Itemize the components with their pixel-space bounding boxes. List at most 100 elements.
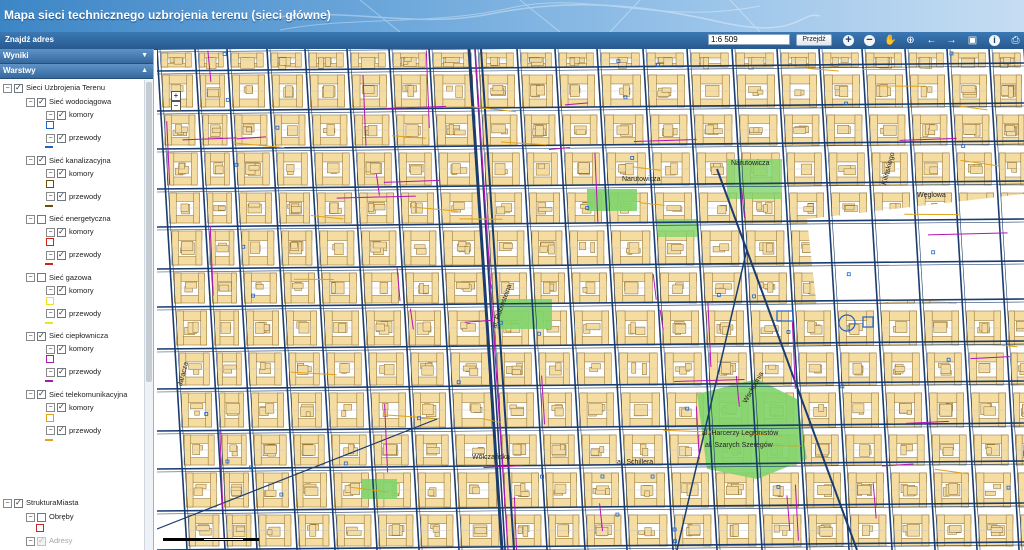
- layer-checkbox[interactable]: [37, 214, 46, 224]
- layer-checkbox[interactable]: [37, 154, 46, 166]
- expand-toggle-icon[interactable]: −: [46, 192, 55, 202]
- results-panel-header[interactable]: Wyniki ▼: [0, 49, 153, 64]
- expand-toggle-icon[interactable]: −: [46, 250, 55, 260]
- layer-checkbox[interactable]: [37, 535, 46, 547]
- tree-pipes-5[interactable]: − przewody: [46, 424, 101, 437]
- expand-toggle-icon[interactable]: −: [46, 227, 55, 237]
- expand-toggle-icon[interactable]: −: [26, 536, 35, 546]
- layer-checkbox[interactable]: [57, 190, 66, 202]
- building: [557, 524, 569, 537]
- expand-toggle-icon[interactable]: −: [46, 169, 55, 179]
- panel-scrollbar[interactable]: [144, 80, 153, 550]
- building: [590, 449, 600, 456]
- building: [642, 448, 649, 457]
- layer-checkbox[interactable]: [37, 388, 46, 400]
- expand-toggle-icon[interactable]: −: [3, 83, 12, 93]
- tree-chambers-1[interactable]: − komory: [46, 167, 94, 180]
- expand-toggle-icon[interactable]: −: [26, 390, 35, 400]
- zoom-out-icon[interactable]: −: [864, 35, 875, 46]
- telecom-line: [806, 67, 839, 72]
- layer-checkbox[interactable]: [57, 132, 66, 144]
- tree-group-3[interactable]: − Sieć gazowa: [26, 272, 92, 284]
- expand-toggle-icon[interactable]: −: [26, 512, 35, 522]
- find-address-link[interactable]: Znajdź adres: [5, 35, 54, 44]
- pan-hand-icon[interactable]: ✋: [884, 34, 897, 47]
- layer-checkbox[interactable]: [14, 497, 23, 509]
- print-icon[interactable]: ⎙: [1009, 34, 1022, 47]
- expand-toggle-icon[interactable]: −: [26, 214, 35, 224]
- tree-chambers-2[interactable]: − komory: [46, 226, 94, 238]
- layer-checkbox[interactable]: [37, 512, 46, 522]
- tree-chambers-4[interactable]: − komory: [46, 343, 94, 355]
- layer-checkbox[interactable]: [37, 330, 46, 342]
- tree-root-structure[interactable]: − StrukturaMiasta: [3, 497, 79, 509]
- tree-pipes-1[interactable]: − przewody: [46, 190, 101, 203]
- tree-struct-0[interactable]: − Obręby: [26, 511, 74, 523]
- tree-group-5[interactable]: − Sieć telekomunikacyjna: [26, 388, 127, 401]
- tree-chambers-3[interactable]: − komory: [46, 284, 94, 297]
- back-icon[interactable]: ←: [925, 34, 938, 47]
- expand-toggle-icon[interactable]: −: [46, 403, 55, 413]
- layer-checkbox[interactable]: [57, 424, 66, 436]
- layer-checkbox[interactable]: [57, 284, 66, 296]
- layer-checkbox[interactable]: [37, 273, 46, 283]
- layer-checkbox[interactable]: [57, 343, 66, 355]
- layer-checkbox[interactable]: [57, 109, 66, 121]
- expand-toggle-icon[interactable]: −: [26, 331, 35, 341]
- tree-group-1[interactable]: − Sieć kanalizacyjna: [26, 154, 111, 167]
- tree-group-2[interactable]: − Sieć energetyczna: [26, 213, 111, 225]
- layers-panel-header[interactable]: Warstwy ▲: [0, 64, 153, 79]
- expand-toggle-icon[interactable]: −: [46, 344, 55, 354]
- expand-toggle-icon[interactable]: −: [26, 273, 35, 283]
- zoom-in-icon[interactable]: +: [843, 35, 854, 46]
- expand-toggle-icon[interactable]: −: [46, 286, 55, 296]
- layer-checkbox[interactable]: [57, 226, 66, 238]
- layer-checkbox[interactable]: [37, 96, 46, 108]
- expand-toggle-icon[interactable]: −: [26, 156, 35, 166]
- tree-root-networks[interactable]: − Sieci Uzbrojenia Terenu: [3, 82, 105, 94]
- chevron-up-icon[interactable]: ▲: [141, 64, 148, 78]
- scrollbar-thumb[interactable]: [146, 82, 152, 382]
- layer-checkbox[interactable]: [57, 249, 66, 261]
- expand-toggle-icon[interactable]: −: [46, 110, 55, 120]
- expand-toggle-icon[interactable]: −: [46, 133, 55, 143]
- building: [703, 57, 709, 70]
- expand-toggle-icon[interactable]: −: [46, 426, 55, 436]
- tree-pipes-0[interactable]: − przewody: [46, 132, 101, 144]
- building: [432, 525, 440, 533]
- zoom-window-icon[interactable]: ⊕: [904, 34, 917, 47]
- tree-pipes-3[interactable]: − przewody: [46, 307, 101, 320]
- tree-group-4[interactable]: − Sieć ciepłownicza: [26, 330, 108, 342]
- forward-icon[interactable]: →: [945, 34, 958, 47]
- full-extent-icon[interactable]: ▣: [966, 34, 979, 47]
- tree-chambers-5[interactable]: − komory: [46, 401, 94, 414]
- tree-chambers-0[interactable]: − komory: [46, 109, 94, 121]
- layer-label: komory: [69, 110, 94, 119]
- building: [264, 444, 277, 455]
- tree-pipes-4[interactable]: − przewody: [46, 366, 101, 378]
- building: [178, 162, 185, 170]
- layer-checkbox[interactable]: [14, 82, 23, 94]
- info-icon[interactable]: i: [989, 35, 1000, 46]
- map-zoom-in-button[interactable]: +: [171, 91, 181, 101]
- go-button[interactable]: Przejdź: [796, 34, 832, 46]
- building: [773, 524, 780, 533]
- expand-toggle-icon[interactable]: −: [3, 498, 12, 508]
- map-canvas[interactable]: [157, 49, 1024, 550]
- chevron-down-icon[interactable]: ▼: [141, 49, 148, 63]
- expand-toggle-icon[interactable]: −: [46, 367, 55, 377]
- scale-input[interactable]: [708, 34, 790, 45]
- tree-struct-1[interactable]: − Adresy: [26, 535, 72, 547]
- tree-pipes-2[interactable]: − przewody: [46, 249, 101, 261]
- building: [512, 443, 522, 455]
- expand-toggle-icon[interactable]: −: [46, 309, 55, 319]
- layer-checkbox[interactable]: [57, 366, 66, 378]
- layer-checkbox[interactable]: [57, 167, 66, 179]
- building: [279, 57, 287, 66]
- map-zoom-out-button[interactable]: −: [171, 101, 181, 111]
- tree-group-0[interactable]: − Sieć wodociągowa: [26, 96, 111, 108]
- layer-checkbox[interactable]: [57, 307, 66, 319]
- map-view[interactable]: + − Narutowicza Narutowicza Węglowa al. Rub…: [157, 49, 1024, 550]
- layer-checkbox[interactable]: [57, 401, 66, 413]
- expand-toggle-icon[interactable]: −: [26, 97, 35, 107]
